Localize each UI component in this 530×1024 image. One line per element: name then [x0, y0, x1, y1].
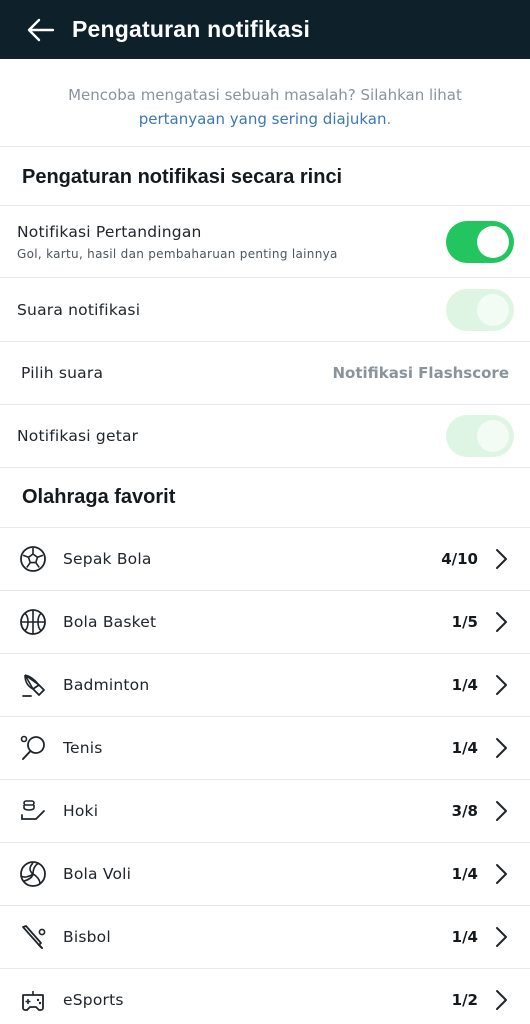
- sport-item-tenis[interactable]: Tenis 1/4: [0, 717, 530, 780]
- favorites-section-title: Olahraga favorit: [0, 468, 530, 528]
- choose-sound-label: Pilih suara: [21, 364, 104, 382]
- sport-count: 4/10: [441, 550, 478, 568]
- faq-link[interactable]: pertanyaan yang sering diajukan: [139, 110, 387, 128]
- match-notifications-label: Notifikasi Pertandingan: [17, 222, 202, 241]
- vibrate-notification-label: Notifikasi getar: [17, 427, 139, 445]
- gamepad-icon: [19, 986, 47, 1014]
- chevron-right-icon: [494, 674, 508, 696]
- match-notifications-subtitle: Gol, kartu, hasil dan pembaharuan pentin…: [17, 246, 338, 261]
- match-notifications-toggle[interactable]: [446, 220, 514, 263]
- sport-count: 1/2: [451, 991, 478, 1009]
- chevron-right-icon: [494, 800, 508, 822]
- soccer-ball-icon: [19, 545, 47, 573]
- tennis-racket-icon: [19, 734, 47, 762]
- page-title: Pengaturan notifikasi: [72, 16, 311, 42]
- chevron-right-icon: [494, 926, 508, 948]
- shuttlecock-icon: [19, 671, 47, 699]
- chevron-right-icon: [494, 548, 508, 570]
- favorite-sports-list: Sepak Bola 4/10 Bola Basket 1/5 Badminto…: [0, 528, 530, 1024]
- notification-sound-label: Suara notifikasi: [17, 300, 141, 319]
- sport-name: Hoki: [63, 802, 99, 820]
- volleyball-icon: [19, 860, 47, 888]
- vibrate-notification-row[interactable]: Notifikasi getar: [0, 405, 530, 468]
- sport-item-hoki[interactable]: Hoki 3/8: [0, 780, 530, 843]
- app-bar: Pengaturan notifikasi: [0, 0, 530, 59]
- choose-sound-row[interactable]: Pilih suara Notifikasi Flashscore: [0, 342, 530, 405]
- match-notifications-row[interactable]: Notifikasi Pertandingan Gol, kartu, hasi…: [0, 206, 530, 278]
- sport-name: Bisbol: [63, 928, 111, 946]
- chevron-right-icon: [494, 863, 508, 885]
- sport-item-bisbol[interactable]: Bisbol 1/4: [0, 906, 530, 969]
- sport-count: 1/4: [451, 676, 478, 694]
- help-text: Mencoba mengatasi sebuah masalah? Silahk…: [68, 86, 462, 104]
- hockey-icon: [19, 797, 47, 825]
- help-suffix: .: [386, 110, 392, 128]
- baseball-bat-icon: [19, 923, 47, 951]
- sport-item-badminton[interactable]: Badminton 1/4: [0, 654, 530, 717]
- choose-sound-value: Notifikasi Flashscore: [332, 364, 510, 382]
- sport-name: eSports: [63, 991, 124, 1009]
- detail-section-title: Pengaturan notifikasi secara rinci: [0, 147, 530, 206]
- toggle-knob: [477, 225, 509, 258]
- chevron-right-icon: [494, 737, 508, 759]
- sport-name: Sepak Bola: [63, 550, 152, 568]
- toggle-knob: [477, 293, 509, 326]
- sport-item-sepak-bola[interactable]: Sepak Bola 4/10: [0, 528, 530, 591]
- toggle-knob: [477, 420, 509, 452]
- sport-name: Tenis: [63, 739, 103, 757]
- notification-sound-toggle[interactable]: [446, 288, 514, 331]
- sport-item-bola-voli[interactable]: Bola Voli 1/4: [0, 843, 530, 906]
- sport-count: 3/8: [451, 802, 478, 820]
- sport-count: 1/4: [451, 928, 478, 946]
- basketball-icon: [19, 608, 47, 636]
- sport-item-esports[interactable]: eSports 1/2: [0, 969, 530, 1024]
- sport-count: 1/4: [451, 865, 478, 883]
- chevron-right-icon: [494, 611, 508, 633]
- help-banner: Mencoba mengatasi sebuah masalah? Silahk…: [0, 59, 530, 147]
- sport-name: Badminton: [63, 676, 150, 694]
- vibrate-notification-toggle[interactable]: [446, 415, 514, 457]
- arrow-left-icon: [27, 18, 55, 41]
- sport-name: Bola Voli: [63, 865, 132, 883]
- back-button[interactable]: [26, 15, 56, 45]
- sport-name: Bola Basket: [63, 613, 157, 631]
- sport-count: 1/5: [451, 613, 478, 631]
- notification-sound-row[interactable]: Suara notifikasi: [0, 278, 530, 342]
- chevron-right-icon: [494, 989, 508, 1011]
- sport-count: 1/4: [451, 739, 478, 757]
- sport-item-bola-basket[interactable]: Bola Basket 1/5: [0, 591, 530, 654]
